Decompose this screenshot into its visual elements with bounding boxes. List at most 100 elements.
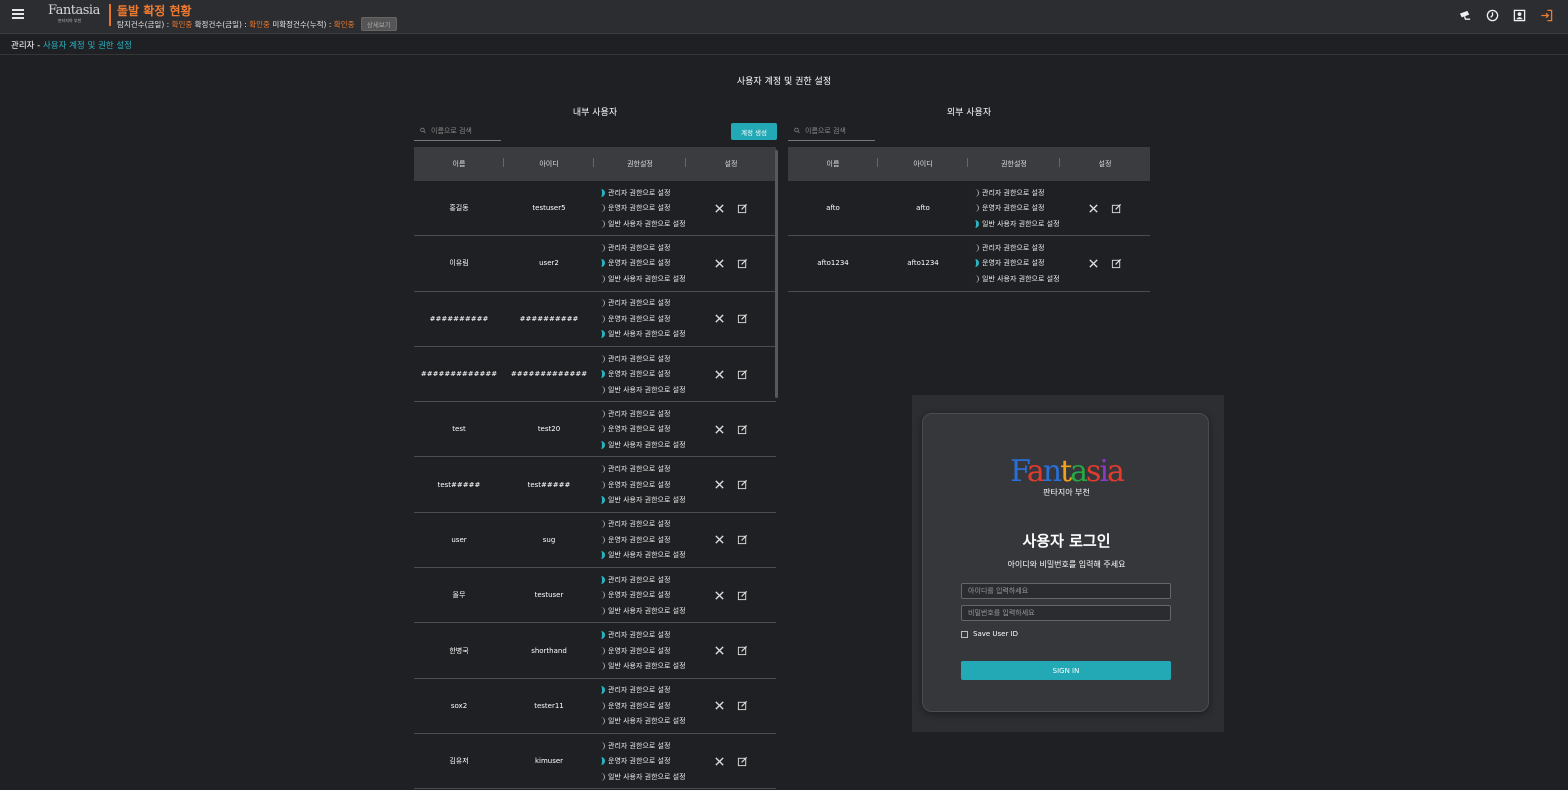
delete-icon[interactable]: [714, 313, 725, 324]
permission-option[interactable]: 운영자 권한으로 설정: [600, 532, 686, 548]
edit-icon[interactable]: [737, 258, 748, 269]
edit-icon[interactable]: [1111, 258, 1122, 269]
permission-option[interactable]: 일반 사용자 권한으로 설정: [600, 769, 686, 785]
edit-icon[interactable]: [737, 369, 748, 380]
permission-option[interactable]: 일반 사용자 권한으로 설정: [600, 603, 686, 619]
delete-icon[interactable]: [714, 645, 725, 656]
permission-option[interactable]: 운영자 권한으로 설정: [600, 643, 686, 659]
permission-option[interactable]: 운영자 권한으로 설정: [600, 587, 686, 603]
permission-option[interactable]: 일반 사용자 권한으로 설정: [600, 382, 686, 398]
external-search-input[interactable]: [805, 126, 875, 135]
edit-icon[interactable]: [737, 645, 748, 656]
delete-icon[interactable]: [714, 756, 725, 767]
table-row: test test20 관리자 권한으로 설정 운영자 권한으로 설정 일반 사용자 권…: [414, 402, 776, 458]
delete-icon[interactable]: [714, 258, 725, 269]
permission-option[interactable]: 일반 사용자 권한으로 설정: [600, 714, 686, 730]
permission-option[interactable]: 일반 사용자 권한으로 설정: [600, 658, 686, 674]
edit-icon[interactable]: [737, 756, 748, 767]
table-row: afto1234 afto1234 관리자 권한으로 설정 운영자 권한으로 설정 일반…: [788, 236, 1150, 292]
hamburger-menu-icon[interactable]: [12, 9, 24, 21]
breadcrumb-root[interactable]: 관리자: [11, 41, 34, 51]
title-divider: [109, 4, 111, 26]
breadcrumb-current: 사용자 계정 및 권한 설정: [42, 41, 132, 51]
permission-option[interactable]: 관리자 권한으로 설정: [974, 185, 1060, 201]
permission-option[interactable]: 관리자 권한으로 설정: [600, 351, 686, 367]
edit-icon[interactable]: [737, 534, 748, 545]
delete-icon[interactable]: [714, 424, 725, 435]
login-subtitle: 아이디와 비밀번호를 입력해 주세요: [1007, 560, 1126, 569]
edit-icon[interactable]: [737, 700, 748, 711]
permission-option[interactable]: 일반 사용자 권한으로 설정: [974, 271, 1060, 287]
permission-option[interactable]: 일반 사용자 권한으로 설정: [600, 548, 686, 564]
cctv-icon[interactable]: [1458, 8, 1473, 23]
detail-button[interactable]: 상세보기: [360, 17, 397, 31]
permission-option[interactable]: 관리자 권한으로 설정: [600, 185, 686, 201]
logout-icon[interactable]: [1539, 8, 1554, 23]
external-users-title: 외부 사용자: [946, 108, 992, 118]
permission-option[interactable]: 운영자 권한으로 설정: [600, 698, 686, 714]
user-id-input[interactable]: [961, 583, 1171, 599]
permission-option[interactable]: 관리자 권한으로 설정: [600, 738, 686, 754]
edit-icon[interactable]: [737, 590, 748, 601]
clock-icon[interactable]: [1485, 8, 1500, 23]
internal-search-input[interactable]: [431, 126, 501, 135]
permission-option[interactable]: 관리자 권한으로 설정: [600, 461, 686, 477]
permission-option[interactable]: 관리자 권한으로 설정: [600, 572, 686, 588]
permission-option[interactable]: 일반 사용자 권한으로 설정: [600, 437, 686, 453]
radio-mark-icon: [600, 631, 605, 640]
permission-option[interactable]: 운영자 권한으로 설정: [974, 256, 1060, 272]
radio-mark-icon: [600, 772, 605, 781]
permission-label: 관리자 권한으로 설정: [608, 243, 671, 252]
permission-option[interactable]: 운영자 권한으로 설정: [600, 200, 686, 216]
permission-label: 운영자 권한으로 설정: [608, 535, 671, 544]
permission-option[interactable]: 관리자 권한으로 설정: [600, 627, 686, 643]
permission-option[interactable]: 관리자 권한으로 설정: [600, 295, 686, 311]
delete-icon[interactable]: [714, 369, 725, 380]
delete-icon[interactable]: [714, 700, 725, 711]
save-user-id[interactable]: Save User ID: [961, 630, 1018, 638]
permission-label: 일반 사용자 권한으로 설정: [608, 717, 686, 726]
radio-mark-icon: [600, 299, 605, 308]
permission-option[interactable]: 운영자 권한으로 설정: [600, 753, 686, 769]
logo-wordmark: Fantasia: [48, 3, 100, 18]
brand-logo[interactable]: Fantasia 판타지아 부천: [48, 3, 100, 29]
permission-option[interactable]: 관리자 권한으로 설정: [600, 240, 686, 256]
permission-option[interactable]: 일반 사용자 권한으로 설정: [600, 216, 686, 232]
create-account-button[interactable]: 계정 생성: [731, 123, 777, 140]
permission-option[interactable]: 일반 사용자 권한으로 설정: [600, 271, 686, 287]
edit-icon[interactable]: [737, 424, 748, 435]
edit-icon[interactable]: [737, 479, 748, 490]
permission-option[interactable]: 운영자 권한으로 설정: [600, 311, 686, 327]
delete-icon[interactable]: [714, 203, 725, 214]
permission-option[interactable]: 운영자 권한으로 설정: [600, 422, 686, 438]
user-profile-icon[interactable]: [1512, 8, 1527, 23]
delete-icon[interactable]: [714, 534, 725, 545]
header-toolbar: [1458, 8, 1554, 23]
permission-option[interactable]: 운영자 권한으로 설정: [600, 256, 686, 272]
external-search[interactable]: [788, 121, 875, 141]
permission-option[interactable]: 운영자 권한으로 설정: [600, 366, 686, 382]
permission-option[interactable]: 관리자 권한으로 설정: [974, 240, 1060, 256]
permission-option[interactable]: 관리자 권한으로 설정: [600, 683, 686, 699]
password-input[interactable]: [961, 605, 1171, 621]
permission-option[interactable]: 관리자 권한으로 설정: [600, 517, 686, 533]
permission-label: 운영자 권한으로 설정: [982, 259, 1045, 268]
permission-option[interactable]: 운영자 권한으로 설정: [974, 200, 1060, 216]
delete-icon[interactable]: [714, 479, 725, 490]
permission-option[interactable]: 일반 사용자 권한으로 설정: [600, 326, 686, 342]
save-id-checkbox[interactable]: [961, 630, 968, 638]
permission-option[interactable]: 운영자 권한으로 설정: [600, 477, 686, 493]
permission-option[interactable]: 일반 사용자 권한으로 설정: [600, 492, 686, 508]
delete-icon[interactable]: [1088, 203, 1099, 214]
user-id: user2: [539, 259, 559, 268]
scrollbar[interactable]: [775, 150, 778, 398]
sign-in-button[interactable]: SIGN IN: [961, 661, 1171, 680]
permission-option[interactable]: 관리자 권한으로 설정: [600, 406, 686, 422]
internal-search[interactable]: [414, 121, 501, 141]
edit-icon[interactable]: [737, 203, 748, 214]
permission-option[interactable]: 일반 사용자 권한으로 설정: [974, 216, 1060, 232]
edit-icon[interactable]: [1111, 203, 1122, 214]
edit-icon[interactable]: [737, 313, 748, 324]
delete-icon[interactable]: [714, 590, 725, 601]
delete-icon[interactable]: [1088, 258, 1099, 269]
